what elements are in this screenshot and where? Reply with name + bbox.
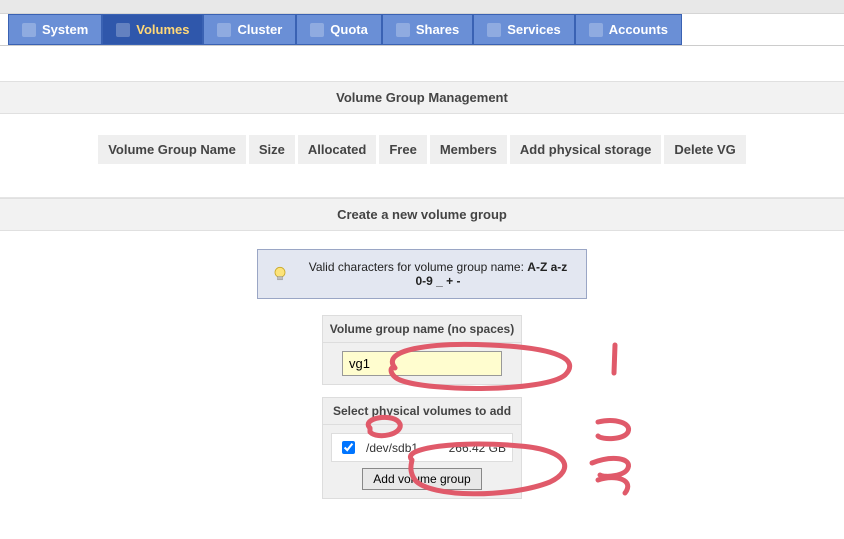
pv-checkbox[interactable] [342,441,355,454]
accounts-icon [589,23,603,37]
nav-cluster[interactable]: Cluster [203,14,296,45]
nav-label: Accounts [609,22,668,37]
hint-prefix: Valid characters for volume group name: [309,260,528,274]
lightbulb-icon [270,264,290,284]
col-allocated: Allocated [298,135,377,164]
pv-row: /dev/sdb1 266.42 GB [331,433,513,462]
volumes-icon [116,23,130,37]
nav-quota[interactable]: Quota [296,14,382,45]
select-pv-label: Select physical volumes to add [322,397,522,425]
col-size: Size [249,135,295,164]
vg-table: Volume Group Name Size Allocated Free Me… [95,132,749,167]
nav-system[interactable]: System [8,14,102,45]
nav-services[interactable]: Services [473,14,575,45]
services-icon [487,23,501,37]
quota-icon [310,23,324,37]
nav-shares[interactable]: Shares [382,14,473,45]
vg-name-body [322,343,522,385]
select-pv-body: /dev/sdb1 266.42 GB Add volume group [322,425,522,499]
vg-mgmt-header: Volume Group Management [0,81,844,114]
main-nav: System Volumes Cluster Quota Shares Serv… [0,14,844,46]
pv-size: 266.42 GB [449,441,506,455]
nav-label: Volumes [136,22,189,37]
nav-label: Shares [416,22,459,37]
nav-volumes[interactable]: Volumes [102,14,203,45]
nav-accounts[interactable]: Accounts [575,14,682,45]
vg-name-label: Volume group name (no spaces) [322,315,522,343]
shares-icon [396,23,410,37]
hint-box: Valid characters for volume group name: … [257,249,587,299]
pv-device: /dev/sdb1 [366,441,441,455]
nav-label: Quota [330,22,368,37]
create-vg-header: Create a new volume group [0,198,844,231]
col-add-storage: Add physical storage [510,135,661,164]
col-vg-name: Volume Group Name [98,135,246,164]
add-volume-group-button[interactable]: Add volume group [362,468,481,490]
create-vg-form: Volume group name (no spaces) Select phy… [322,315,522,499]
cluster-icon [217,23,231,37]
vg-name-input[interactable] [342,351,502,376]
nav-label: Cluster [237,22,282,37]
nav-label: System [42,22,88,37]
hint-text: Valid characters for volume group name: … [302,260,574,288]
window-top-strip [0,0,844,14]
col-free: Free [379,135,426,164]
col-delete: Delete VG [664,135,745,164]
vg-table-wrap: Volume Group Name Size Allocated Free Me… [0,132,844,167]
nav-label: Services [507,22,561,37]
system-icon [22,23,36,37]
col-members: Members [430,135,507,164]
